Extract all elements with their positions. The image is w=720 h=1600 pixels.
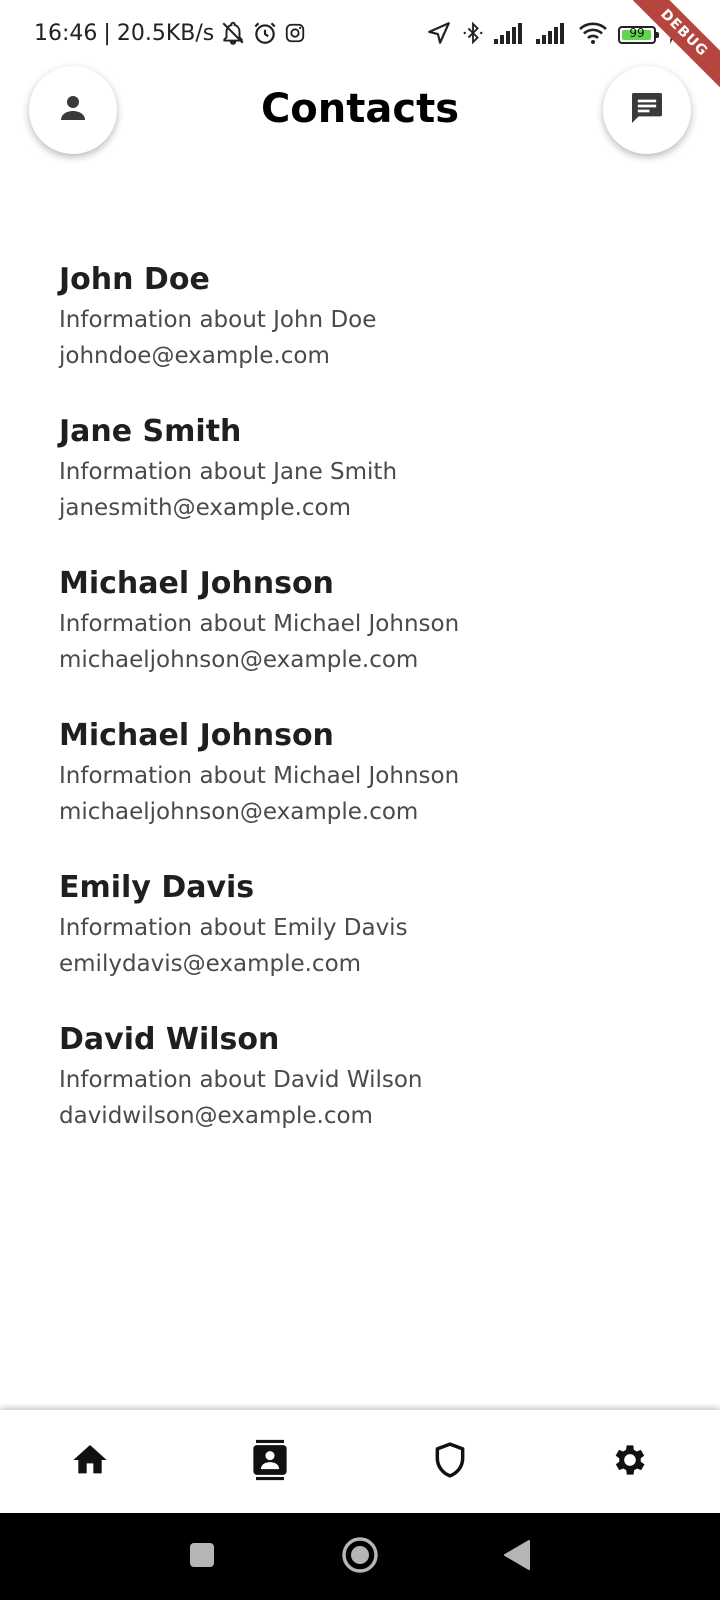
contact-name: Emily Davis xyxy=(59,870,255,905)
system-navigation-bar xyxy=(0,1513,720,1600)
contact-item[interactable]: Jane Smith Information about Jane Smith … xyxy=(59,410,679,562)
contact-name: John Doe xyxy=(59,262,210,297)
app-header: Contacts xyxy=(0,64,720,160)
status-separator: | xyxy=(103,20,111,46)
status-time: 16:46 xyxy=(34,20,98,46)
contact-item[interactable]: Michael Johnson Information about Michae… xyxy=(59,562,679,714)
contact-email: michaeljohnson@example.com xyxy=(59,647,419,673)
contact-email: davidwilson@example.com xyxy=(59,1103,373,1129)
shield-icon xyxy=(431,1440,469,1484)
instagram-icon xyxy=(284,22,306,44)
contact-info: Information about Michael Johnson xyxy=(59,611,460,637)
wifi-icon xyxy=(578,21,608,49)
battery-icon: 99 xyxy=(618,26,659,44)
notifications-off-icon xyxy=(220,20,246,46)
bluetooth-icon xyxy=(462,20,484,50)
messages-button[interactable] xyxy=(603,66,691,154)
status-network-speed: 20.5KB/s xyxy=(116,20,215,46)
nav-contacts[interactable] xyxy=(230,1422,310,1502)
back-button[interactable] xyxy=(494,1535,538,1579)
contact-email: johndoe@example.com xyxy=(59,343,330,369)
contact-email: emilydavis@example.com xyxy=(59,951,362,977)
contact-name: David Wilson xyxy=(59,1022,280,1057)
alarm-icon xyxy=(252,20,278,46)
contact-name: Michael Johnson xyxy=(59,718,334,753)
contact-info: Information about David Wilson xyxy=(59,1067,423,1093)
status-right: 99 xyxy=(426,20,678,50)
status-bar: 16:46 | 20.5KB/s 99 xyxy=(0,0,720,64)
nav-security[interactable] xyxy=(410,1422,490,1502)
contact-item[interactable]: John Doe Information about John Doe john… xyxy=(59,258,679,410)
contact-list: John Doe Information about John Doe john… xyxy=(59,258,679,1170)
contact-name: Michael Johnson xyxy=(59,566,334,601)
message-icon xyxy=(627,88,667,132)
bottom-navigation xyxy=(0,1410,720,1513)
settings-icon xyxy=(610,1440,650,1484)
signal-icon xyxy=(494,22,526,48)
app-screen: 16:46 | 20.5KB/s 99 DEBUG Contacts John … xyxy=(0,0,720,1600)
battery-tip xyxy=(656,32,659,38)
system-home-button[interactable] xyxy=(338,1535,382,1579)
nav-home[interactable] xyxy=(50,1422,130,1502)
contact-email: michaeljohnson@example.com xyxy=(59,799,419,825)
contact-name: Jane Smith xyxy=(59,414,242,449)
recents-icon xyxy=(188,1541,216,1573)
home-icon xyxy=(70,1440,110,1484)
back-icon xyxy=(501,1539,531,1575)
contact-info: Information about John Doe xyxy=(59,307,377,333)
nav-settings[interactable] xyxy=(590,1422,670,1502)
contact-item[interactable]: David Wilson Information about David Wil… xyxy=(59,1018,679,1170)
contact-item[interactable]: Emily Davis Information about Emily Davi… xyxy=(59,866,679,1018)
contact-info: Information about Emily Davis xyxy=(59,915,408,941)
battery-level: 99 xyxy=(629,26,645,40)
contact-email: janesmith@example.com xyxy=(59,495,352,521)
location-arrow-icon xyxy=(426,20,452,50)
status-left: 16:46 | 20.5KB/s xyxy=(34,20,306,46)
recents-button[interactable] xyxy=(180,1535,224,1579)
contact-item[interactable]: Michael Johnson Information about Michae… xyxy=(59,714,679,866)
contact-info: Information about Jane Smith xyxy=(59,459,398,485)
home-circle-icon xyxy=(341,1536,379,1578)
signal-icon xyxy=(536,22,568,48)
contacts-icon xyxy=(249,1438,291,1486)
contact-info: Information about Michael Johnson xyxy=(59,763,460,789)
